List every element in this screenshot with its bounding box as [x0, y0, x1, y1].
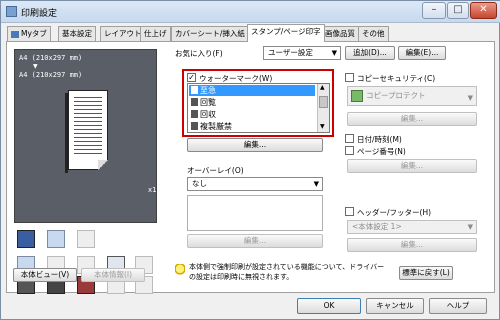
header-footer-checkbox[interactable]	[345, 207, 354, 216]
list-item-label: 回収	[200, 110, 216, 119]
body-info-button[interactable]: 本体情報(I)	[81, 268, 145, 282]
overlay-edit-button[interactable]: 編集...	[187, 234, 323, 248]
header-footer-edit-button[interactable]: 編集...	[347, 238, 477, 252]
close-button[interactable]: ✕	[470, 2, 497, 19]
preview-output-size: A4 (210x297 mm)	[19, 54, 83, 62]
tab-cover-sheet[interactable]: カバーシート/挿入紙	[171, 26, 249, 41]
maximize-button[interactable]: □	[447, 2, 469, 19]
tab-stamp[interactable]: スタンプ/ページ印字	[247, 24, 325, 42]
favorites-label: お気に入り(F)	[175, 49, 223, 58]
copy-security-label: コピーセキュリティ(C)	[357, 74, 436, 83]
add-favorite-button[interactable]: 追加(D)...	[345, 46, 395, 60]
paper-tray-icon	[17, 230, 35, 248]
tab-other[interactable]: その他	[358, 26, 389, 41]
date-time-label: 日付/時刻(M)	[357, 135, 402, 144]
preview-pane: A4 (210x297 mm) ▼ A4 (210x297 mm) x1	[14, 49, 157, 223]
copies-icon	[77, 230, 95, 248]
preview-copies: x1	[148, 186, 157, 194]
list-scrollbar[interactable]: ▲ ▼	[317, 84, 329, 132]
arrow-down-icon: ▼	[33, 63, 38, 70]
header-footer-value: <本体設定 1>	[352, 222, 402, 231]
chevron-down-icon: ▼	[467, 223, 473, 231]
overlay-label: オーバーレイ(O)	[187, 166, 244, 175]
tab-mytab[interactable]: Myタブ	[7, 26, 51, 41]
stamp-icon	[191, 86, 198, 94]
header-footer-select[interactable]: <本体設定 1> ▼	[347, 220, 477, 234]
info-message: 本体側で強制印刷が設定されている機能について、ドライバーの設定は印刷時に無視され…	[189, 263, 385, 281]
page-preview	[68, 90, 108, 170]
scroll-thumb[interactable]	[319, 96, 328, 108]
page-text-lines	[74, 97, 102, 157]
list-item[interactable]: 至急	[189, 85, 315, 96]
preview-paper-size: A4 (210x297 mm)	[19, 71, 83, 79]
tab-image-quality[interactable]: 画像品質	[321, 26, 359, 41]
copy-security-select[interactable]: コピープロテクト ▼	[347, 86, 477, 106]
window-title: 印刷設定	[21, 9, 58, 19]
ok-button[interactable]: OK	[297, 298, 361, 314]
print-settings-window: 印刷設定 – □ ✕ Myタブ 基本設定 レイアウト 仕上げ カバーシート/挿入…	[0, 0, 500, 320]
stamp-icon	[191, 110, 198, 118]
duplex-icon	[47, 230, 65, 248]
tab-layout[interactable]: レイアウト	[100, 26, 146, 41]
lightbulb-icon	[175, 264, 185, 278]
stamp-icon	[191, 122, 198, 130]
tab-panel: A4 (210x297 mm) ▼ A4 (210x297 mm) x1 本体ビ…	[6, 41, 495, 294]
page-number-label: ページ番号(N)	[357, 147, 406, 156]
body-view-button[interactable]: 本体ビュー(V)	[13, 268, 77, 282]
overlay-list[interactable]	[187, 195, 323, 231]
scroll-up-icon[interactable]: ▲	[320, 84, 325, 91]
page-number-edit-button[interactable]: 編集...	[347, 159, 477, 173]
help-button[interactable]: ヘルプ	[429, 298, 487, 314]
minimize-button[interactable]: –	[422, 2, 446, 19]
page-number-checkbox[interactable]	[345, 146, 354, 155]
chevron-down-icon: ▼	[313, 180, 319, 188]
header-footer-label: ヘッダー/フッター(H)	[357, 208, 432, 217]
watermark-edit-button[interactable]: 編集...	[187, 138, 323, 152]
tab-label: Myタブ	[21, 29, 47, 38]
page-stack	[65, 93, 68, 173]
list-item-label: 至急	[200, 86, 216, 95]
title-bar: 印刷設定 – □ ✕	[1, 1, 500, 23]
list-item[interactable]: 回収	[189, 109, 315, 120]
copy-security-checkbox[interactable]	[345, 73, 354, 82]
favorites-select[interactable]: ユーザー設定 ▼	[263, 46, 341, 60]
cancel-button[interactable]: キャンセル	[366, 298, 424, 314]
page-fold	[98, 160, 108, 170]
favorites-value: ユーザー設定	[268, 48, 313, 57]
list-item-label: 複製厳禁	[200, 122, 232, 131]
watermark-list[interactable]: 至急 回覧 回収 複製厳禁 ▲ ▼	[187, 83, 330, 133]
overlay-select[interactable]: なし ▼	[187, 177, 323, 191]
chevron-down-icon: ▼	[467, 94, 473, 102]
tab-finishing[interactable]: 仕上げ	[140, 26, 171, 41]
chevron-down-icon: ▼	[331, 49, 337, 57]
tab-basic[interactable]: 基本設定	[58, 26, 96, 41]
copy-security-value: コピープロテクト	[366, 91, 426, 100]
list-item[interactable]: 回覧	[189, 97, 315, 108]
user-icon	[11, 30, 19, 38]
printer-icon	[6, 6, 17, 17]
list-item-label: 回覧	[200, 98, 216, 107]
scroll-down-icon[interactable]: ▼	[320, 123, 325, 130]
shield-icon	[351, 90, 363, 102]
overlay-value: なし	[192, 179, 207, 188]
watermark-checkbox[interactable]: ✓	[187, 73, 196, 82]
date-time-checkbox[interactable]	[345, 134, 354, 143]
edit-favorite-button[interactable]: 編集(E)...	[398, 46, 446, 60]
list-item[interactable]: 複製厳禁	[189, 121, 315, 132]
copy-security-edit-button[interactable]: 編集...	[347, 112, 477, 126]
stamp-icon	[191, 98, 198, 106]
restore-defaults-button[interactable]: 標準に戻す(L)	[399, 266, 453, 280]
